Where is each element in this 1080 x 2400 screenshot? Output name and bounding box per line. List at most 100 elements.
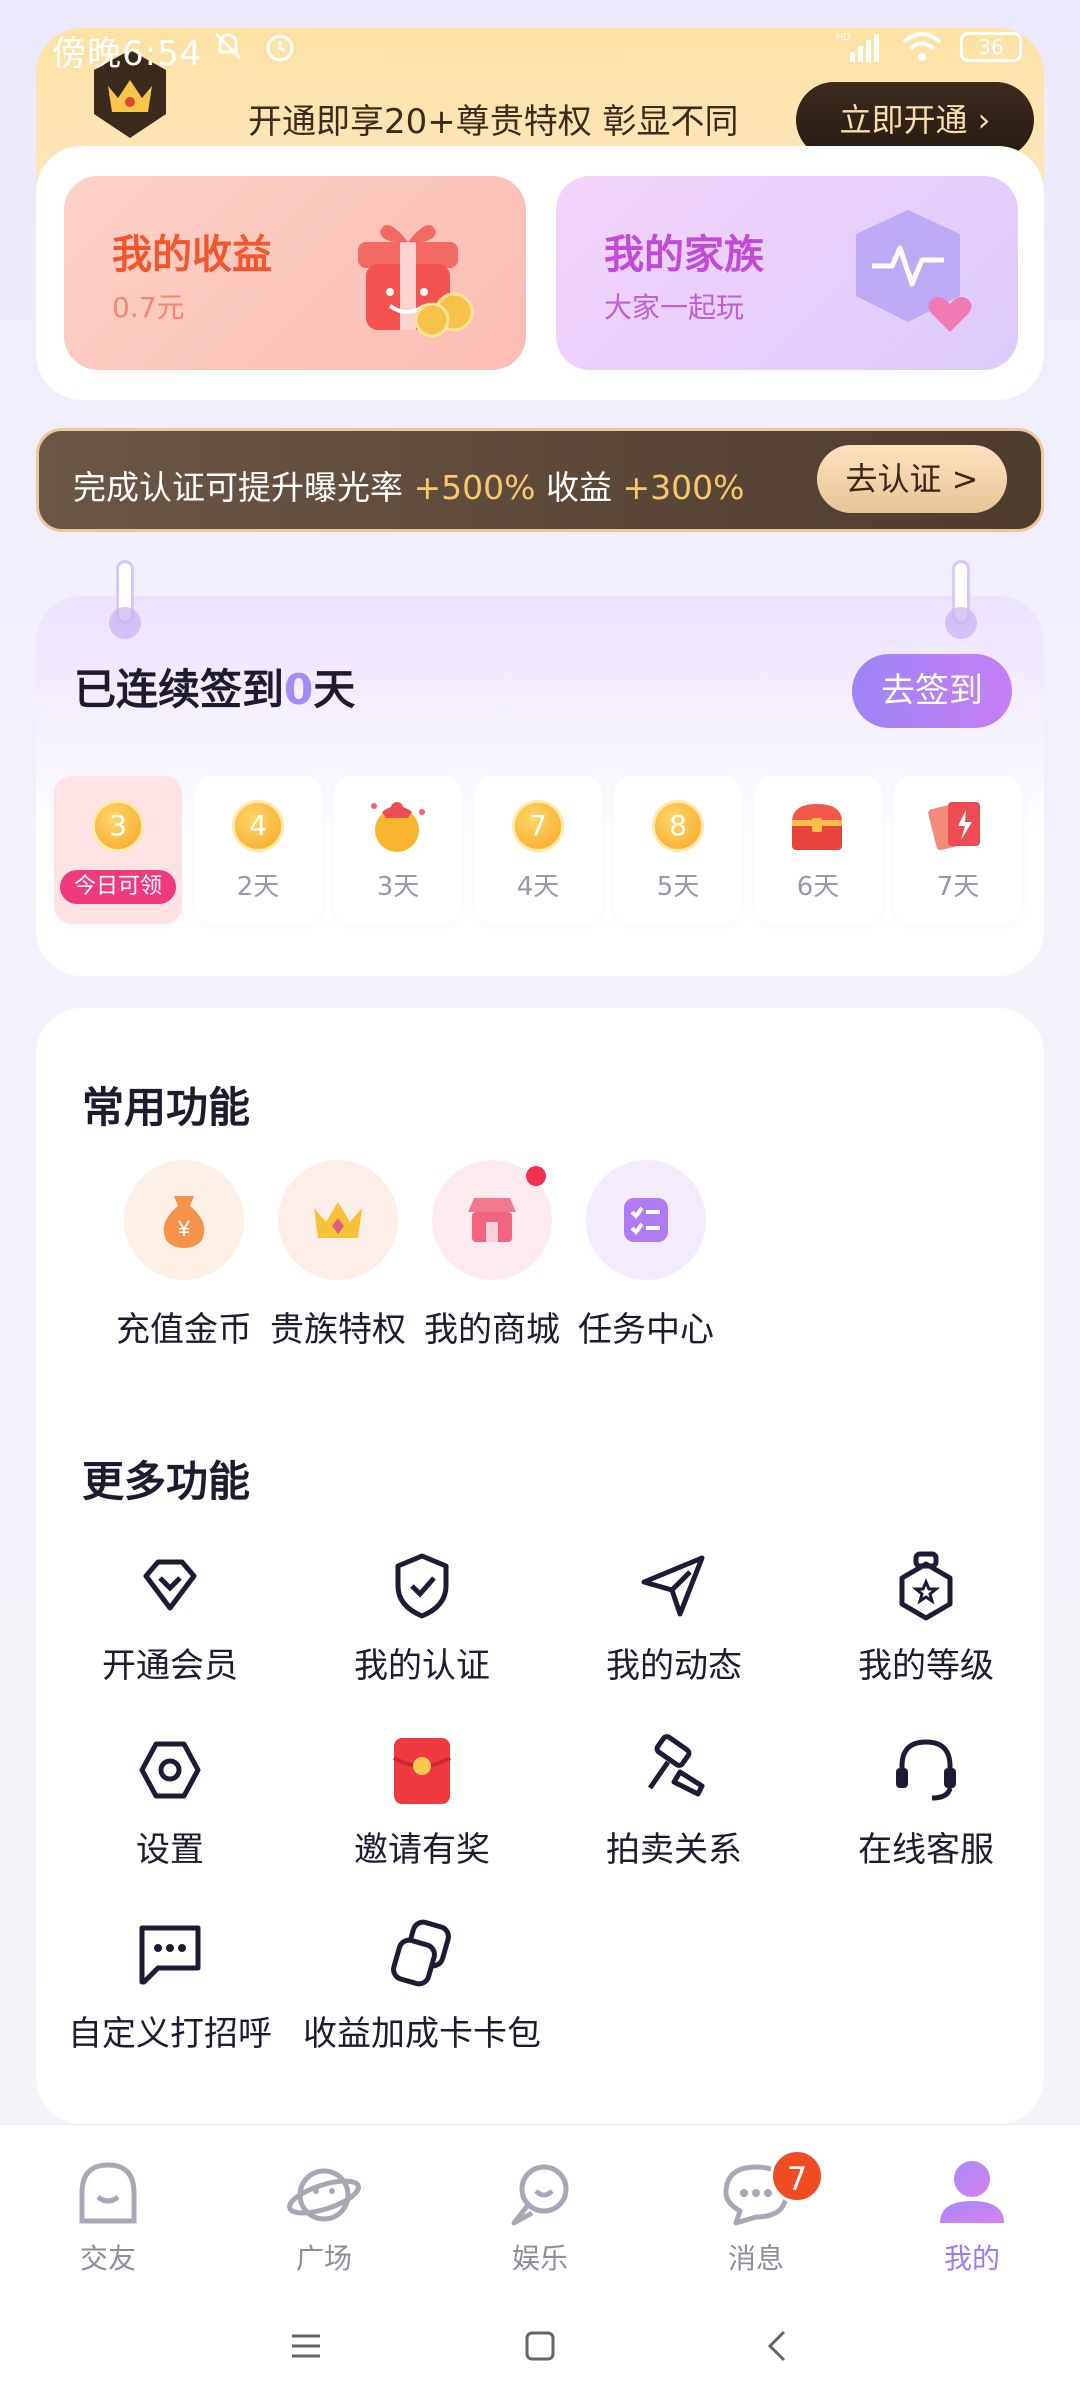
family-title: 我的家族 (604, 232, 764, 278)
signin-day-cell[interactable]: 6天 (754, 776, 882, 924)
today-claimable-badge: 今日可领 (60, 870, 176, 904)
noble-circle (278, 1160, 398, 1280)
cards-icon (928, 802, 980, 851)
nav-back-button[interactable] (756, 2324, 800, 2368)
shop-circle (432, 1160, 552, 1280)
signin-card: 已连续签到0天 去签到 3 今日可领 4 2天 3天 7 4天 8 5天 6天 … (36, 596, 1044, 976)
signin-day-cell[interactable]: 3 今日可领 (54, 776, 182, 924)
day-label: 7天 (936, 872, 980, 902)
tab-entertainment[interactable]: 娱乐 (470, 2157, 610, 2277)
nav-menu-button[interactable] (284, 2324, 328, 2368)
treasure-chest-icon (792, 804, 842, 850)
more-item-label: 收益加成卡卡包 (303, 2014, 541, 2054)
verify-promo-text: 完成认证可提升曝光率 +500% 收益 +300% (73, 461, 744, 509)
paper-plane-icon (641, 1555, 705, 1617)
status-left-icons (208, 26, 300, 66)
status-right-icons: HD 36 (836, 30, 1022, 64)
money-bag-icon: ¥ (163, 1196, 205, 1248)
tab-label: 娱乐 (511, 2242, 568, 2275)
signin-day-cell[interactable]: 3天 (334, 776, 462, 924)
friends-icon (79, 2162, 137, 2224)
signin-day-cell[interactable]: 8 5天 (614, 776, 742, 924)
more-item-label: 在线客服 (858, 1830, 994, 1870)
more-item-label: 开通会员 (102, 1646, 238, 1686)
gift-box-icon (358, 224, 474, 338)
signin-title-prefix: 已连续签到 (74, 665, 285, 714)
status-time: 傍晚6:54 (52, 34, 203, 74)
bottom-tab-bar: 交友 广场 娱乐 消息 7 我的 (0, 2124, 1080, 2294)
home-square-icon (525, 2331, 555, 2361)
shield-check-icon (395, 1553, 449, 1619)
signin-title: 已连续签到0天 (74, 656, 355, 717)
alarm-icon (266, 34, 294, 62)
more-item-label: 我的认证 (354, 1646, 490, 1686)
card-stack-icon (391, 1919, 451, 1987)
headset-icon (896, 1739, 956, 1801)
custom-greeting-button[interactable]: 自定义打招呼 (50, 1916, 290, 2055)
day-label: 3天 (376, 872, 420, 902)
day-label: 5天 (656, 872, 700, 902)
coin-icon: 3 (92, 800, 144, 852)
gavel-icon (647, 1734, 705, 1797)
earnings-card[interactable]: 我的收益 0.7元 (64, 176, 526, 370)
signin-day-cell[interactable]: 7 4天 (474, 776, 602, 924)
more-item-label: 我的等级 (858, 1646, 994, 1686)
wifi-icon (902, 32, 942, 61)
chat-bubble-icon (139, 1925, 201, 1985)
tab-profile[interactable]: 我的 (902, 2157, 1042, 2277)
task-center-button[interactable]: 任务中心 (546, 1160, 746, 1351)
verify-highlight-exposure: +500% (413, 468, 536, 507)
signin-day-cell[interactable]: 7天 (894, 776, 1022, 924)
verify-banner[interactable]: 完成认证可提升曝光率 +500% 收益 +300% 去认证 > (36, 428, 1044, 532)
signal-icon: HD (836, 32, 879, 62)
bonus-card-wallet-button[interactable]: 收益加成卡卡包 (302, 1916, 542, 2055)
my-verification-button[interactable]: 我的认证 (302, 1548, 542, 1687)
settings-button[interactable]: 设置 (50, 1732, 290, 1871)
more-item-label: 拍卖关系 (606, 1830, 742, 1870)
earnings-value: 0.7元 (112, 291, 185, 324)
svg-text:¥: ¥ (177, 1216, 191, 1241)
status-bar: 傍晚6:54 HD 36 (0, 0, 1080, 96)
tab-label: 广场 (295, 2242, 352, 2275)
tab-label: 交友 (79, 2242, 136, 2275)
battery-indicator: 36 (960, 32, 1022, 62)
card-pin-left (109, 560, 141, 639)
search-bubble-icon (511, 2164, 569, 2226)
coin-icon: 8 (652, 800, 704, 852)
invite-reward-button[interactable]: 邀请有奖 (302, 1732, 542, 1871)
signin-days-count: 0 (284, 665, 314, 714)
signin-title-suffix: 天 (313, 665, 356, 714)
open-membership-button[interactable]: 开通会员 (50, 1548, 290, 1687)
recharge-circle: ¥ (124, 1160, 244, 1280)
tab-messages[interactable]: 消息 7 (686, 2149, 826, 2277)
coin-icon: 7 (512, 800, 564, 852)
more-item-label: 我的动态 (606, 1646, 742, 1686)
family-card[interactable]: 我的家族 大家一起玩 (556, 176, 1018, 370)
my-level-button[interactable]: 我的等级 (806, 1548, 1046, 1687)
signin-button[interactable]: 去签到 (852, 654, 1012, 728)
level-badge-icon (899, 1551, 953, 1621)
svg-text:HD: HD (836, 32, 850, 43)
family-heartbeat-icon (856, 210, 972, 332)
verify-button[interactable]: 去认证 > (817, 445, 1007, 513)
earnings-title: 我的收益 (112, 232, 272, 278)
nav-home-button[interactable] (518, 2324, 562, 2368)
coin-icon: 4 (232, 800, 284, 852)
my-posts-button[interactable]: 我的动态 (554, 1548, 794, 1687)
day-label: 6天 (796, 872, 840, 902)
menu-icon (292, 2334, 320, 2358)
signin-day-cell[interactable]: 4 2天 (194, 776, 322, 924)
tab-label: 消息 (727, 2242, 784, 2275)
day-label: 2天 (236, 872, 280, 902)
more-item-label: 自定义打招呼 (68, 2014, 272, 2054)
auction-relations-button[interactable]: 拍卖关系 (554, 1732, 794, 1871)
signin-day-row: 3 今日可领 4 2天 3天 7 4天 8 5天 6天 7天 (54, 776, 1022, 924)
online-support-button[interactable]: 在线客服 (806, 1732, 1046, 1871)
gift-bag-icon (371, 802, 425, 852)
tab-label: 我的 (943, 2242, 1000, 2275)
tab-friends[interactable]: 交友 (38, 2157, 178, 2277)
vip-promo-text: 开通即享20+尊贵特权 彰显不同 (248, 102, 739, 142)
day-label: 4天 (516, 872, 560, 902)
tab-plaza[interactable]: 广场 (254, 2157, 394, 2277)
more-functions-title: 更多功能 (82, 1457, 251, 1506)
